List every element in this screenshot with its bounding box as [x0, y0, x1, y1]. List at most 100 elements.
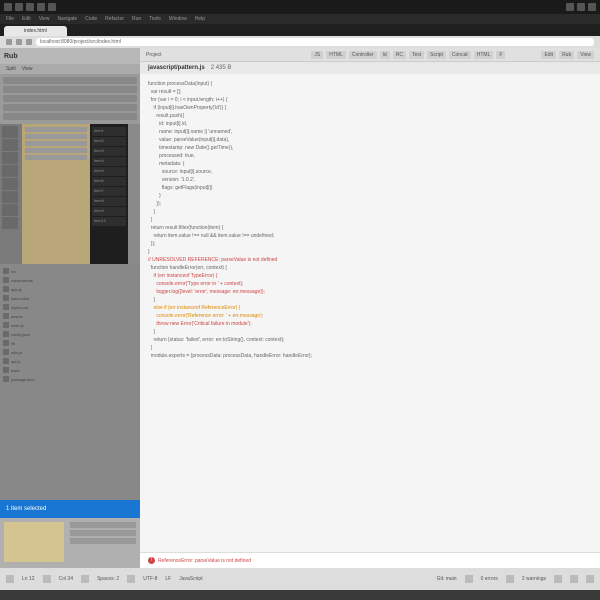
- menu-edit[interactable]: Edit: [22, 16, 31, 22]
- status-icon[interactable]: [81, 575, 89, 583]
- status-icon[interactable]: [570, 575, 578, 583]
- code-line: version: '1.0.2',: [148, 176, 592, 184]
- filter-row[interactable]: [3, 95, 137, 102]
- status-icon[interactable]: [465, 575, 473, 583]
- status-item[interactable]: JavaScript: [179, 576, 202, 582]
- toolbar-right-button[interactable]: Edit: [541, 51, 556, 59]
- toolbar-button[interactable]: Concat: [449, 51, 471, 59]
- toolbar-button[interactable]: HTML: [326, 51, 346, 59]
- window-icon[interactable]: [48, 3, 56, 11]
- thumbnail[interactable]: [2, 139, 18, 151]
- window-icon[interactable]: [15, 3, 23, 11]
- sidebar-nav-split[interactable]: Split: [6, 66, 16, 72]
- status-item[interactable]: Col 34: [59, 576, 73, 582]
- status-icon[interactable]: [43, 575, 51, 583]
- browser-tab[interactable]: index.html: [4, 26, 67, 36]
- filter-row[interactable]: [3, 77, 137, 84]
- status-item[interactable]: Spaces: 2: [97, 576, 119, 582]
- tree-label: main.js: [11, 323, 24, 328]
- window-icon[interactable]: [37, 3, 45, 11]
- status-icon[interactable]: [506, 575, 514, 583]
- menu-help[interactable]: Help: [195, 16, 205, 22]
- tree-item[interactable]: utils.js: [3, 348, 137, 356]
- status-item[interactable]: Ln 12: [22, 576, 35, 582]
- menu-view[interactable]: View: [39, 16, 50, 22]
- back-icon[interactable]: [6, 39, 12, 45]
- close-icon[interactable]: [588, 3, 596, 11]
- status-item[interactable]: LF: [165, 576, 171, 582]
- panel-item[interactable]: item1: [92, 127, 126, 136]
- menu-refactor[interactable]: Refactor: [105, 16, 124, 22]
- thumbnail[interactable]: [2, 152, 18, 164]
- error-line[interactable]: ! ReferenceError: parseValue is not defi…: [148, 557, 592, 564]
- tree-item[interactable]: tests: [3, 366, 137, 374]
- sidebar-nav-view[interactable]: View: [22, 66, 33, 72]
- panel-item[interactable]: item6: [92, 177, 126, 186]
- menu-window[interactable]: Window: [169, 16, 187, 22]
- status-icon[interactable]: [586, 575, 594, 583]
- status-item[interactable]: UTF-8: [143, 576, 157, 582]
- folder-icon: [3, 367, 9, 373]
- thumbnail[interactable]: [2, 178, 18, 190]
- url-input[interactable]: localhost:8080/project/src/index.html: [36, 38, 594, 46]
- filter-row[interactable]: [3, 104, 137, 111]
- code-line: function handleError(err, context) {: [148, 264, 592, 272]
- toolbar-button[interactable]: Controller: [349, 51, 377, 59]
- tree-item[interactable]: index.html: [3, 294, 137, 302]
- toolbar-right-button[interactable]: Rub: [559, 51, 574, 59]
- thumbnail[interactable]: [2, 191, 18, 203]
- panel-item[interactable]: item4: [92, 157, 126, 166]
- minimize-icon[interactable]: [566, 3, 574, 11]
- tree-item[interactable]: lib: [3, 339, 137, 347]
- menu-navigate[interactable]: Navigate: [57, 16, 77, 22]
- selection-bar[interactable]: 1 item selected: [0, 500, 140, 518]
- panel-item[interactable]: item8: [92, 197, 126, 206]
- panel-item[interactable]: item7: [92, 187, 126, 196]
- tree-item[interactable]: package.json: [3, 375, 137, 383]
- menu-file[interactable]: File: [6, 16, 14, 22]
- tree-item[interactable]: assets: [3, 312, 137, 320]
- panel-item[interactable]: item3: [92, 147, 126, 156]
- filter-row[interactable]: [3, 113, 137, 120]
- panel-item[interactable]: item9: [92, 207, 126, 216]
- tree-item[interactable]: api.js: [3, 357, 137, 365]
- menu-run[interactable]: Run: [132, 16, 141, 22]
- menu-tools[interactable]: Tools: [149, 16, 161, 22]
- tree-item[interactable]: main.js: [3, 321, 137, 329]
- thumbnail[interactable]: [2, 204, 18, 216]
- preview-pane: item1 item2 item3 item4 item5 item6 item…: [0, 124, 140, 264]
- status-git[interactable]: Git: main: [437, 576, 457, 582]
- footer-thumbnail[interactable]: [4, 522, 64, 562]
- panel-item[interactable]: item2: [92, 137, 126, 146]
- toolbar-button[interactable]: HTML: [474, 51, 494, 59]
- status-icon[interactable]: [554, 575, 562, 583]
- status-errors[interactable]: 0 errors: [481, 576, 498, 582]
- tree-item[interactable]: styles.css: [3, 303, 137, 311]
- status-icon[interactable]: [6, 575, 14, 583]
- thumbnail[interactable]: [2, 126, 18, 138]
- toolbar-button[interactable]: RC: [393, 51, 406, 59]
- toolbar-button[interactable]: F: [496, 51, 505, 59]
- tree-item[interactable]: app.js: [3, 285, 137, 293]
- toolbar-button[interactable]: Test: [409, 51, 424, 59]
- toolbar-button[interactable]: Id: [380, 51, 390, 59]
- status-warnings[interactable]: 2 warnings: [522, 576, 546, 582]
- tree-item[interactable]: components: [3, 276, 137, 284]
- reload-icon[interactable]: [26, 39, 32, 45]
- maximize-icon[interactable]: [577, 3, 585, 11]
- filter-row[interactable]: [3, 86, 137, 93]
- panel-item[interactable]: item5: [92, 167, 126, 176]
- toolbar-right-button[interactable]: View: [577, 51, 594, 59]
- toolbar-button[interactable]: JS: [311, 51, 323, 59]
- panel-item[interactable]: item10: [92, 217, 126, 226]
- menu-code[interactable]: Code: [85, 16, 97, 22]
- thumbnail[interactable]: [2, 217, 18, 229]
- thumbnail[interactable]: [2, 165, 18, 177]
- status-icon[interactable]: [127, 575, 135, 583]
- tree-item[interactable]: config.json: [3, 330, 137, 338]
- forward-icon[interactable]: [16, 39, 22, 45]
- tree-item[interactable]: src: [3, 267, 137, 275]
- code-editor[interactable]: function processData(input) { var result…: [140, 74, 600, 552]
- toolbar-button[interactable]: Script: [427, 51, 446, 59]
- window-icon[interactable]: [26, 3, 34, 11]
